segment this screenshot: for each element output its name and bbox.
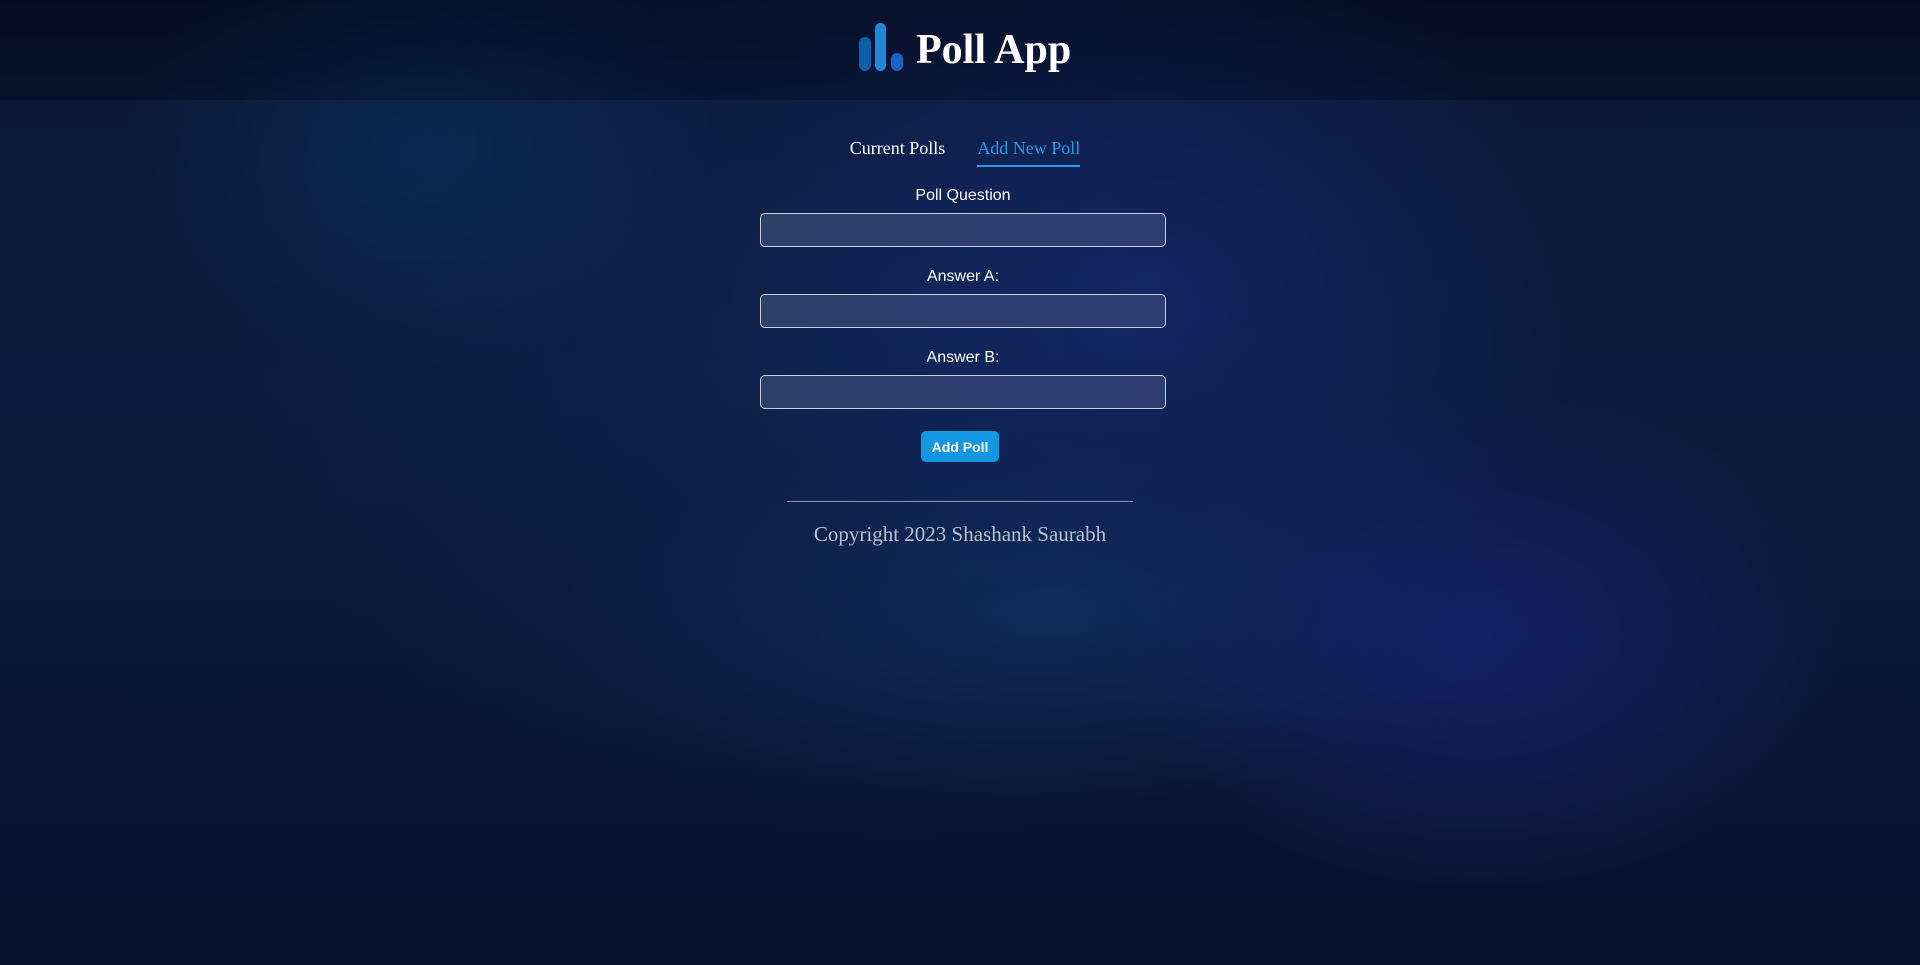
new-poll-form: Poll Question Answer A: Answer B: <box>760 186 1166 429</box>
poll-question-input[interactable] <box>760 213 1166 247</box>
app-title: Poll App <box>916 27 1072 73</box>
poll-question-label: Poll Question <box>915 187 1011 204</box>
answer-a-input[interactable] <box>760 294 1166 328</box>
answer-b-field: Answer B: <box>760 348 1166 409</box>
poll-question-field: Poll Question <box>760 186 1166 247</box>
brand: Poll App <box>858 18 1071 78</box>
add-poll-button[interactable]: Add Poll <box>921 431 999 462</box>
answer-b-label: Answer B: <box>926 349 1000 366</box>
answer-a-field: Answer A: <box>760 267 1166 328</box>
copyright-text: Copyright 2023 Shashank Saurabh <box>813 522 1107 546</box>
footer-divider <box>787 501 1133 502</box>
tab-bar: Current Polls Add New Poll <box>0 138 1920 167</box>
tab-add-new-poll[interactable]: Add New Poll <box>977 138 1081 167</box>
answer-b-input[interactable] <box>760 375 1166 409</box>
answer-a-label: Answer A: <box>926 268 1000 285</box>
tab-current-polls[interactable]: Current Polls <box>850 138 946 167</box>
app-header: Poll App <box>0 0 1920 100</box>
bar-chart-icon <box>859 23 903 71</box>
